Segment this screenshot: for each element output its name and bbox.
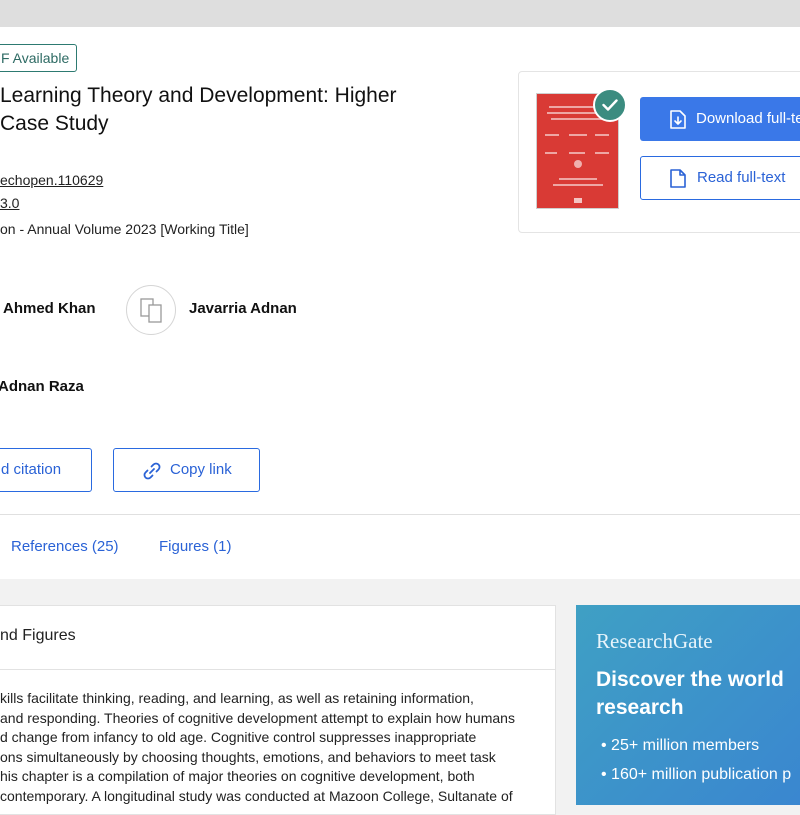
doi-link[interactable]: echopen.110629 [0,172,103,188]
publication-title: Learning Theory and Development: Higher … [0,82,470,138]
author-name[interactable]: Javarria Adnan [189,300,297,317]
doi-line: echopen.110629 [0,172,103,188]
abstract-line: contemporary. A longitudinal study was c… [0,787,513,804]
abstract-line: d change from infancy to old age. Cognit… [0,729,477,745]
license-line: 3.0 [0,195,19,211]
availability-badge: F Available [0,44,78,72]
tab-references[interactable]: References (25) [11,538,119,555]
promo-bullet-item: • 25+ million members [601,737,760,754]
author-placeholder-icon [140,298,162,323]
abstract-line: kills facilitate thinking, reading, and … [0,690,474,706]
abstract-line: and responding. Theories of cognitive de… [0,709,515,726]
promo-headline-line-2: research [596,696,684,719]
download-citation-button[interactable]: d citation [0,448,92,492]
abstract-line: his chapter is a compilation of major th… [0,768,475,784]
license-link[interactable]: 3.0 [0,195,19,211]
title-line-2: Case Study [0,112,109,135]
browser-top-bar [0,0,800,27]
abstract-line: ons simultaneously by choosing thoughts,… [0,748,496,765]
download-file-icon [670,110,686,129]
researchgate-logo: ResearchGate [596,629,713,653]
author-name[interactable]: Ahmed Khan [3,300,96,317]
abstract-divider [0,669,556,670]
copy-link-label: Copy link [170,461,232,478]
title-line-1: Learning Theory and Development: Higher [0,84,397,107]
copy-link-button[interactable]: Copy link [113,448,260,492]
avatar[interactable] [126,285,176,335]
read-full-text-label: Read full-text [697,169,786,186]
author-name[interactable]: Adnan Raza [0,378,84,395]
file-icon [670,169,686,188]
tabs-divider [0,514,800,515]
abstract-text: kills facilitate thinking, reading, and … [0,689,556,806]
promo-headline-line-1: Discover the world [596,668,784,691]
download-full-text-button[interactable]: Download full-te [640,97,800,141]
promo-item-text: 160+ million publication p [611,766,792,783]
checkmark-icon [593,88,627,122]
promo-item-text: 25+ million members [611,737,760,754]
link-icon [143,462,161,480]
tab-figures[interactable]: Figures (1) [159,538,232,555]
promo-headline: Discover the world research [596,666,800,722]
download-full-text-label: Download full-te [696,110,800,127]
abstract-section-heading: nd Figures [0,627,76,644]
read-full-text-button[interactable]: Read full-text [640,156,800,200]
book-line: on - Annual Volume 2023 [Working Title] [0,221,249,237]
promo-bullet-item: • 160+ million publication p [601,766,792,783]
